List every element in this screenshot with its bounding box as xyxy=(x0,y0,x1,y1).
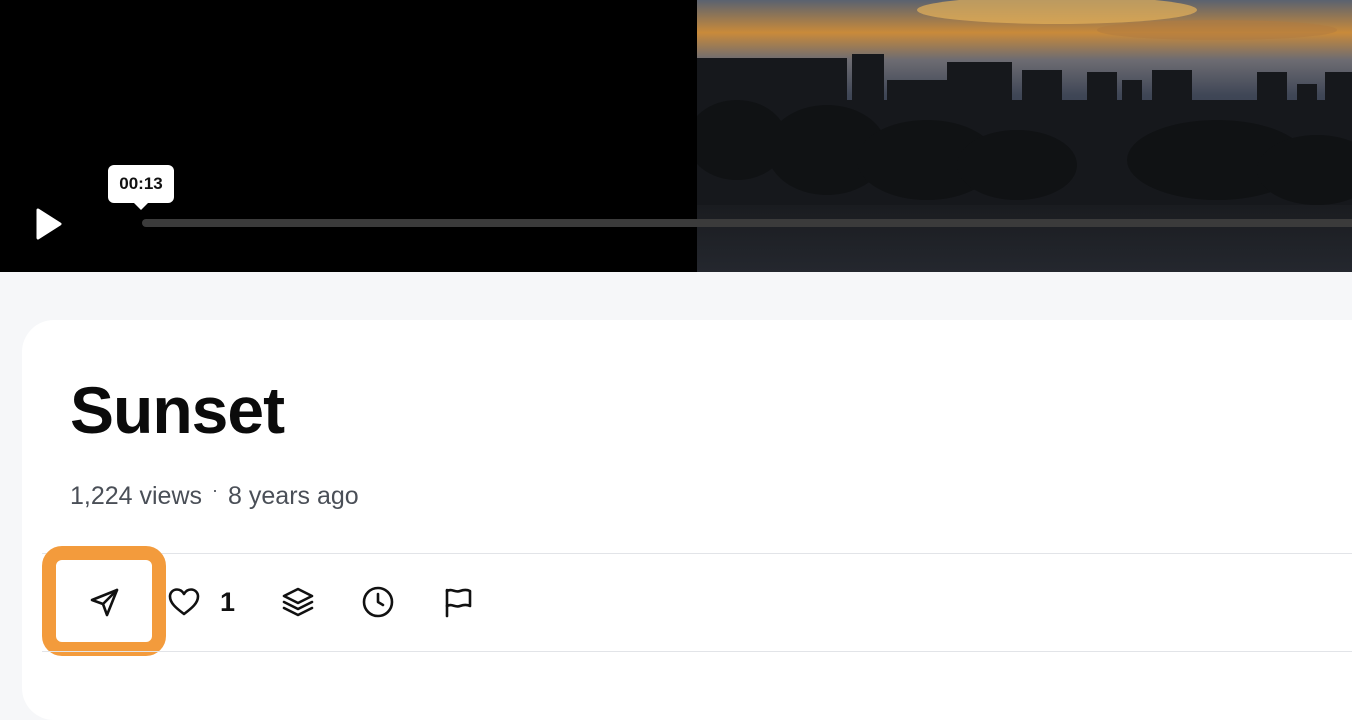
progress-bar[interactable] xyxy=(142,219,1352,227)
action-bar: 1 xyxy=(0,546,1352,656)
report-button[interactable] xyxy=(430,574,486,630)
send-icon xyxy=(90,588,119,617)
time-tooltip-label: 00:13 xyxy=(119,174,163,193)
play-icon xyxy=(36,208,62,240)
play-button[interactable] xyxy=(22,200,70,248)
meta-separator: · xyxy=(212,480,219,500)
layers-icon xyxy=(282,587,314,617)
time-tooltip: 00:13 xyxy=(108,165,174,210)
like-button[interactable]: 1 xyxy=(166,574,246,630)
heart-icon xyxy=(168,588,200,616)
view-count: 1,224 views xyxy=(70,482,203,510)
collect-button[interactable] xyxy=(270,574,326,630)
share-button[interactable] xyxy=(76,574,132,630)
divider-bottom xyxy=(42,651,1352,652)
video-meta: 1,224 views · 8 years ago xyxy=(70,480,359,511)
video-player[interactable]: 00:13 xyxy=(0,0,1352,272)
flag-icon xyxy=(445,588,472,618)
upload-age: 8 years ago xyxy=(228,482,359,510)
like-count: 1 xyxy=(220,586,236,617)
video-frame xyxy=(697,0,1352,272)
video-title: Sunset xyxy=(70,373,285,447)
clock-icon xyxy=(362,586,394,618)
watch-later-button[interactable] xyxy=(350,574,406,630)
